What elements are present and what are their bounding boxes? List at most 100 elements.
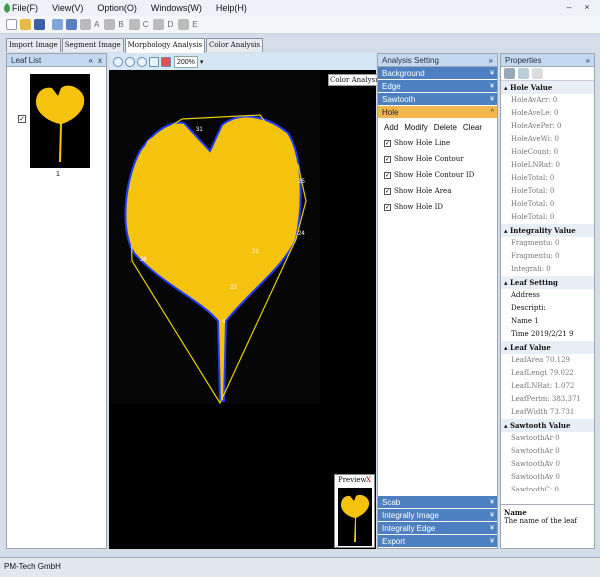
record-icon[interactable] [161,56,171,67]
property-row[interactable]: SawtoothC: 0 [501,484,594,491]
pin-button[interactable]: « [89,54,93,67]
tool-b-icon[interactable] [104,19,116,30]
chevron-down-icon[interactable]: ▾ [200,58,204,66]
property-row[interactable]: HoleTotal: 0 [501,172,594,185]
menu-windows[interactable]: Windows(W) [149,3,204,13]
menu-help[interactable]: Help(H) [214,3,249,13]
leaf-canvas[interactable]: 31 21 25 24 22 38 4 [110,71,320,405]
property-row[interactable]: SawtoothAv 0 [501,471,594,484]
menu-view[interactable]: View(V) [50,3,85,13]
property-row[interactable]: Integrali: 0 [501,263,594,276]
checkbox[interactable]: ✓ [384,171,391,179]
sort-az-icon[interactable] [518,68,529,79]
color-analysis-button[interactable]: Color Analysis [328,74,383,86]
select-icon[interactable] [149,56,159,67]
tool-a-icon[interactable] [80,19,91,30]
tab-segment-image[interactable]: Segment Image [61,38,124,52]
tab-color-analysis[interactable]: Color Analysis [206,38,263,52]
property-row[interactable]: SawtoothAr 0 [501,445,594,458]
section-integrally-edge[interactable]: Integrally Edge ¥ [378,522,497,535]
preview-close-button[interactable]: X [366,475,371,486]
checkbox[interactable]: ✓ [384,187,391,195]
option-show-hole-line[interactable]: ✓ Show Hole Line [378,135,497,151]
status-bar: PM-Tech GmbH [0,557,600,577]
checkbox[interactable]: ✓ [384,155,391,163]
zoom-out-icon[interactable] [125,56,135,67]
property-row[interactable]: HoleAvArr: 0 [501,94,594,107]
property-row[interactable]: Fragmentu: 0 [501,250,594,263]
menu-option[interactable]: Option(O) [95,3,139,13]
zoom-select[interactable]: 200% [174,55,198,68]
add-hole-button[interactable]: Add [384,123,398,132]
leaf-thumbnail[interactable] [30,74,90,168]
section-sawtooth[interactable]: Sawtooth ¥ [378,93,497,106]
tool-d-icon[interactable] [153,19,165,30]
property-row[interactable]: HoleAveWi: 0 [501,133,594,146]
property-row[interactable]: Fragmentu: 0 [501,237,594,250]
property-row[interactable]: Time 2019/2/21 9 [501,328,594,341]
property-category[interactable]: ▴ Hole Value [501,81,594,94]
property-row[interactable]: Address [501,289,594,302]
close-panel-button[interactable]: x [98,54,102,67]
section-integrally-image[interactable]: Integrally Image ¥ [378,509,497,522]
option-show-hole-contour-id[interactable]: ✓ Show Hole Contour ID [378,167,497,183]
category-icon[interactable] [504,68,515,79]
pages-icon[interactable] [532,68,543,79]
close-window-button[interactable]: × [580,1,594,13]
zoom-in-icon[interactable] [113,56,123,67]
chevron-down-icon: ¥ [490,70,494,77]
property-category[interactable]: ▴ Integrality Value [501,224,594,237]
property-row[interactable]: SawtoothAr 0 [501,432,594,445]
zoom-fit-icon[interactable] [137,56,147,67]
section-label: Integrally Image [382,511,439,520]
property-row[interactable]: HoleAvePer: 0 [501,120,594,133]
property-row[interactable]: HoleLNRat: 0 [501,159,594,172]
section-edge[interactable]: Edge ¥ [378,80,497,93]
copy-icon[interactable] [52,19,63,30]
tab-import-image[interactable]: Import Image [6,38,61,52]
property-row[interactable]: Name 1 [501,315,594,328]
section-export[interactable]: Export ¥ [378,535,497,548]
property-row[interactable]: LeafPerim: 383.371 [501,393,594,406]
leaf-checkbox[interactable]: ✓ [18,115,26,123]
property-row[interactable]: HoleTotal: 0 [501,185,594,198]
option-show-hole-area[interactable]: ✓ Show Hole Area [378,183,497,199]
property-row[interactable]: HoleAveLe: 0 [501,107,594,120]
checkbox[interactable]: ✓ [384,203,391,211]
modify-hole-button[interactable]: Modify [404,123,428,132]
menu-file[interactable]: File(F) [10,3,40,13]
property-category[interactable]: ▴ Leaf Value [501,341,594,354]
clear-hole-button[interactable]: Clear [463,123,482,132]
save-icon[interactable] [34,19,45,30]
property-category[interactable]: ▴ Sawtooth Value [501,419,594,432]
tool-c-icon[interactable] [128,19,140,30]
new-file-icon[interactable] [6,19,17,30]
section-hole[interactable]: Hole ^ [378,106,497,119]
open-folder-icon[interactable] [20,19,31,30]
property-row[interactable]: LeafLengt 79.022 [501,367,594,380]
panel-collapse-button[interactable]: » [489,54,493,67]
option-show-hole-contour[interactable]: ✓ Show Hole Contour [378,151,497,167]
property-row[interactable]: SawtoothAv 0 [501,458,594,471]
property-grid[interactable]: ▴ Hole Value HoleAvArr: 0 HoleAveLe: 0 Hole… [501,81,594,491]
globe-icon[interactable] [66,19,77,30]
tab-morphology-analysis[interactable]: Morphology Analysis [124,38,206,53]
option-show-hole-id[interactable]: ✓ Show Hole ID [378,199,497,215]
property-category[interactable]: ▴ Leaf Setting [501,276,594,289]
delete-hole-button[interactable]: Delete [434,123,457,132]
tool-e-icon[interactable] [178,19,190,30]
checkbox[interactable]: ✓ [384,139,391,147]
property-row[interactable]: HoleTotal: 0 [501,211,594,224]
section-background[interactable]: Background ¥ [378,67,497,80]
option-label: Show Hole Contour [394,155,464,163]
section-scab[interactable]: Scab ¥ [378,496,497,509]
property-row[interactable]: LeafWidth 73.731 [501,406,594,419]
property-row[interactable]: LeafArea 70.129 [501,354,594,367]
property-row[interactable]: Descripti: [501,302,594,315]
property-row[interactable]: HoleTotal: 0 [501,198,594,211]
panel-collapse-button[interactable]: » [586,54,590,67]
minimize-button[interactable]: – [562,1,576,13]
leaf-list-panel: Leaf List « x ✓ 1 [6,53,107,549]
property-row[interactable]: LeafLNRat: 1.072 [501,380,594,393]
property-row[interactable]: HoleCount: 0 [501,146,594,159]
